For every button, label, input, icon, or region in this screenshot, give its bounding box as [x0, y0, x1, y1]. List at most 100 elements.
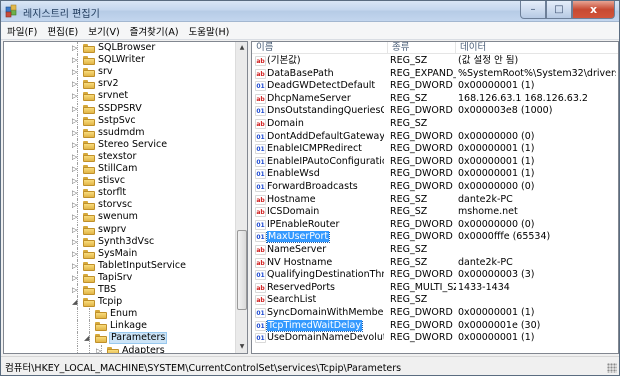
expand-arrow-icon[interactable]: ▷: [72, 127, 80, 139]
menu-favorites[interactable]: 즐겨찾기(A): [130, 24, 179, 38]
tree-item[interactable]: ▷ SysMain: [4, 247, 235, 260]
expand-arrow-icon[interactable]: ▷: [72, 115, 80, 127]
tree-item[interactable]: ▷ ssudmdm: [4, 126, 235, 139]
tree-item[interactable]: ▷ storvsc: [4, 199, 235, 212]
value-row[interactable]: ab ReservedPorts REG_MULTI_SZ 1433-1434: [252, 282, 618, 294]
tree-item[interactable]: ▷ Adapters: [4, 344, 235, 354]
value-type: REG_DWORD: [390, 231, 453, 243]
tree-item[interactable]: ▷ stexstor: [4, 150, 235, 163]
collapse-arrow-icon[interactable]: ◢: [84, 332, 92, 344]
menu-file[interactable]: 파일(F): [7, 24, 37, 38]
expand-arrow-icon[interactable]: ▷: [72, 163, 80, 175]
title-bar[interactable]: 레지스트리 편집기 – □ x: [1, 1, 619, 22]
tree-item[interactable]: ▷ SSDPSRV: [4, 102, 235, 115]
tree-item[interactable]: ▷ StillCam: [4, 163, 235, 175]
value-row[interactable]: 01 MaxUserPort REG_DWORD 0x0000fffe (65534): [252, 231, 618, 244]
collapse-arrow-icon[interactable]: ◢: [72, 296, 80, 308]
value-row[interactable]: 01 EnableWsd REG_DWORD 0x00000001 (1): [252, 168, 618, 180]
maximize-button[interactable]: □: [546, 1, 572, 19]
expand-arrow-icon[interactable]: ▷: [72, 199, 80, 211]
value-name-cell: EnableWsd: [266, 168, 384, 180]
value-row[interactable]: ab NV Hostname REG_SZ dante2k-PC: [252, 257, 618, 269]
value-row[interactable]: 01 TcpTimedWaitDelay REG_DWORD 0x0000001e (…: [252, 319, 618, 332]
tree-item-label: TabletInputService: [98, 259, 187, 271]
registry-tree[interactable]: ▷ SQLBrowser ▷ SQLWriter ▷ srv ▷ srv2 ▷ srvnet ▷ SS…: [3, 41, 248, 354]
column-header-type[interactable]: 종류: [388, 42, 456, 54]
value-row[interactable]: 01DnsOutstandingQueriesCount REG_DWORD 0x0…: [252, 105, 618, 117]
tree-item[interactable]: ▷ TBS: [4, 284, 235, 296]
tree-item[interactable]: Enum: [4, 308, 235, 321]
expand-arrow-icon[interactable]: ▷: [72, 272, 80, 284]
tree-item[interactable]: ▷ srv: [4, 66, 235, 79]
expand-arrow-icon[interactable]: ▷: [72, 187, 80, 199]
expand-arrow-icon[interactable]: ▷: [72, 42, 80, 54]
tree-scrollbar[interactable]: ▲ ▼: [235, 42, 247, 353]
value-row[interactable]: 01EnableIPAutoConfigurationLimits REG_DWO…: [252, 156, 618, 168]
value-row[interactable]: 01 EnableICMPRedirect REG_DWORD 0x00000001 …: [252, 143, 618, 155]
value-row[interactable]: ab Domain REG_SZ: [252, 118, 618, 130]
value-row[interactable]: 01 ForwardBroadcasts REG_DWORD 0x00000000 (…: [252, 181, 618, 193]
menu-view[interactable]: 보기(V): [88, 24, 119, 38]
value-row[interactable]: ab SearchList REG_SZ: [252, 294, 618, 306]
scroll-up-icon[interactable]: ▲: [236, 42, 247, 54]
tree-item[interactable]: ◢ Tcpip: [4, 296, 235, 309]
expand-arrow-icon[interactable]: ▷: [72, 236, 80, 248]
value-row[interactable]: 01SyncDomainWithMembership REG_DWORD 0x000…: [252, 307, 618, 319]
expand-arrow-icon[interactable]: ▷: [72, 54, 80, 66]
scroll-down-icon[interactable]: ▼: [236, 341, 247, 353]
column-header-data[interactable]: 데이터: [456, 42, 618, 54]
expand-arrow-icon[interactable]: ▷: [72, 248, 80, 260]
tree-item[interactable]: ▷ Synth3dVsc: [4, 235, 235, 248]
close-button[interactable]: x: [572, 1, 615, 19]
tree-item[interactable]: ▷ SQLWriter: [4, 54, 235, 67]
expand-arrow-icon[interactable]: ▷: [72, 151, 80, 163]
value-row[interactable]: 01 IPEnableRouter REG_DWORD 0x00000000 (0): [252, 219, 618, 231]
tree-item[interactable]: ▷ Stereo Service: [4, 138, 235, 151]
value-row[interactable]: 01DontAddDefaultGatewayDefault REG_DWORD 0…: [252, 131, 618, 143]
menu-help[interactable]: 도움말(H): [189, 24, 230, 38]
tree-item[interactable]: ▷ swprv: [4, 223, 235, 236]
minimize-button[interactable]: –: [520, 1, 546, 19]
tree-item[interactable]: ▷ srvnet: [4, 90, 235, 103]
tree-item[interactable]: Linkage: [4, 320, 235, 333]
expand-arrow-icon[interactable]: ▷: [72, 224, 80, 236]
expand-arrow-icon[interactable]: ▷: [72, 175, 80, 187]
expand-arrow-icon[interactable]: ▷: [72, 284, 80, 296]
expand-arrow-icon: [84, 320, 92, 332]
expand-arrow-icon[interactable]: ▷: [72, 260, 80, 272]
expand-arrow-icon[interactable]: ▷: [72, 103, 80, 115]
tree-item[interactable]: ▷ TapiSrv: [4, 271, 235, 284]
tree-item[interactable]: ▷ swenum: [4, 211, 235, 224]
scroll-thumb[interactable]: [237, 230, 247, 310]
expand-arrow-icon[interactable]: ▷: [72, 66, 80, 78]
value-row[interactable]: 01QualifyingDestinationThreshold REG_DWOR…: [252, 269, 618, 281]
expand-arrow-icon[interactable]: ▷: [72, 90, 80, 102]
value-data: 0x00000003 (3): [458, 269, 535, 281]
expand-arrow-icon[interactable]: ▷: [72, 211, 80, 223]
resize-grip-icon[interactable]: [607, 363, 617, 373]
value-row[interactable]: abDataBasePath REG_EXPAND_SZ%SystemRoot%\…: [252, 68, 618, 80]
value-row[interactable]: ab (기본값) REG_SZ (값 설정 안 됨): [252, 55, 618, 67]
values-list[interactable]: 이름 종류 데이터 ab (기본값) REG_SZ (값 설정 안 됨) ab DataB…: [251, 41, 619, 354]
value-row[interactable]: ab NameServer REG_SZ: [252, 244, 618, 256]
tree-item[interactable]: ▷ SQLBrowser: [4, 42, 235, 54]
value-row[interactable]: ab ICSDomain REG_SZ mshome.net: [252, 206, 618, 218]
tree-item[interactable]: ◢ Parameters: [4, 332, 235, 345]
tree-item[interactable]: ▷ storflt: [4, 187, 235, 200]
expand-arrow-icon[interactable]: ▷: [96, 345, 104, 354]
tree-item-label: swprv: [98, 223, 127, 235]
value-row[interactable]: ab Hostname REG_SZ dante2k-PC: [252, 194, 618, 206]
tree-item[interactable]: ▷ srv2: [4, 78, 235, 91]
tree-item[interactable]: ▷ stisvc: [4, 175, 235, 188]
value-row[interactable]: 01 DeadGWDetectDefault REG_DWORD 0x00000001…: [252, 80, 618, 92]
value-type: REG_SZ: [390, 256, 428, 268]
column-header-name[interactable]: 이름: [252, 42, 388, 54]
tree-item[interactable]: ▷ SstpSvc: [4, 114, 235, 127]
tree-item[interactable]: ▷ TabletInputService: [4, 259, 235, 272]
expand-arrow-icon[interactable]: ▷: [72, 139, 80, 151]
value-type: REG_SZ: [390, 92, 428, 104]
value-row[interactable]: ab DhcpNameServer REG_SZ 168.126.63.1 168.1…: [252, 93, 618, 105]
expand-arrow-icon[interactable]: ▷: [72, 78, 80, 90]
value-row[interactable]: 01UseDomainNameDevolution REG_DWORD 0x0000…: [252, 332, 618, 344]
menu-edit[interactable]: 편집(E): [47, 24, 78, 38]
